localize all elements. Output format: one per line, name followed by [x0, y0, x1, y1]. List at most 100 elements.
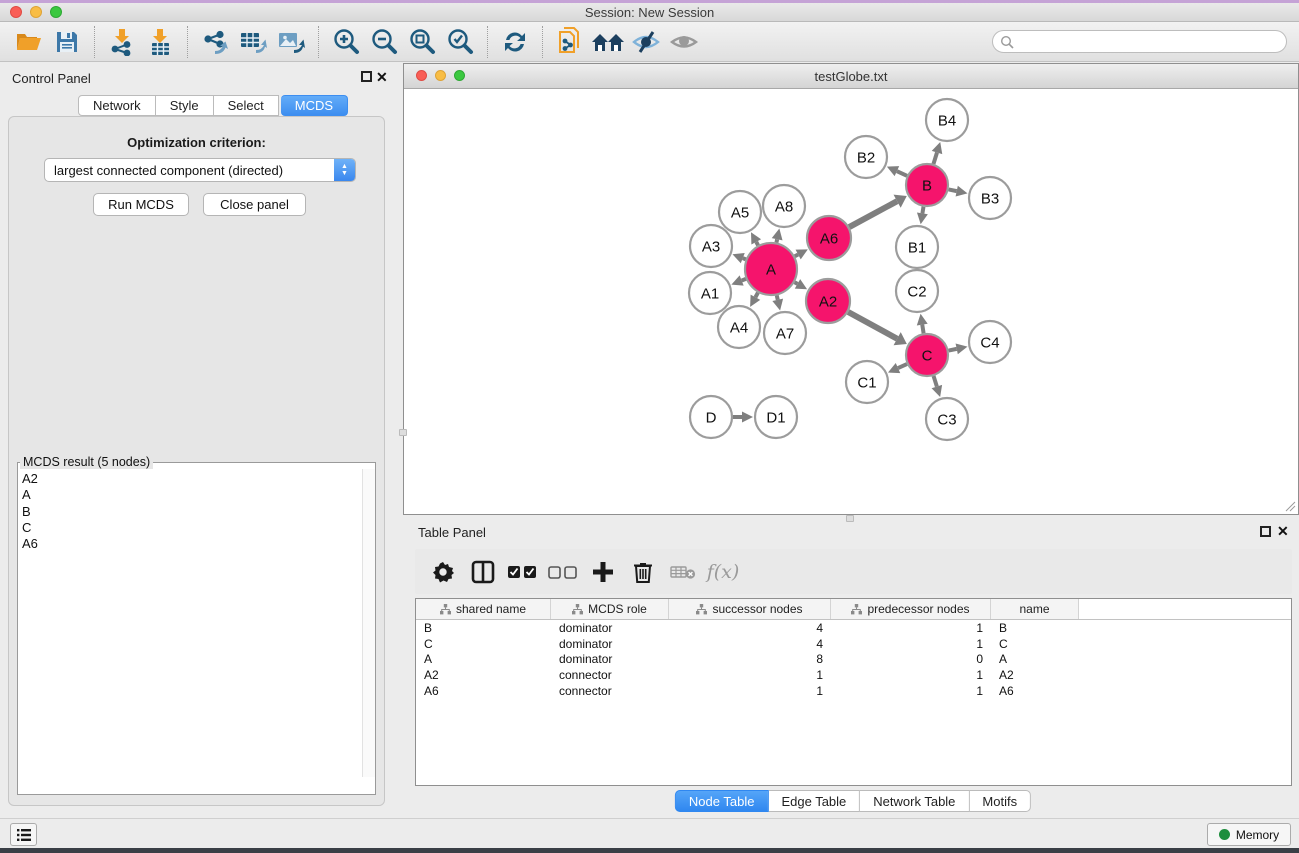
run-mcds-button[interactable]: Run MCDS — [93, 193, 189, 216]
search-input[interactable] — [1014, 35, 1286, 49]
cell-name[interactable]: C — [991, 637, 1079, 651]
cell-predecessor-nodes[interactable]: 0 — [831, 652, 991, 666]
table-settings-icon[interactable] — [425, 554, 461, 590]
edge-A-A1[interactable] — [742, 279, 746, 281]
table-row[interactable]: A2connector11A2 — [416, 667, 1291, 683]
cell-MCDS-role[interactable]: dominator — [551, 652, 669, 666]
cell-name[interactable]: B — [991, 621, 1079, 635]
tab-network-table[interactable]: Network Table — [860, 790, 969, 812]
export-network-icon[interactable] — [196, 25, 234, 59]
zoom-fit-icon[interactable] — [403, 25, 441, 59]
criterion-dropdown[interactable]: largest connected component (directed) ▲… — [44, 158, 356, 182]
network-canvas[interactable]: AA1A2A3A4A5A6A7A8BB1B2B3B4CC1C2C3C4DD1 — [404, 89, 1298, 514]
cell-MCDS-role[interactable]: dominator — [551, 637, 669, 651]
edge-A6-B[interactable] — [849, 201, 897, 227]
import-table-icon[interactable] — [141, 25, 179, 59]
edge-B-B1[interactable] — [922, 207, 923, 214]
cell-name[interactable]: A2 — [991, 668, 1079, 682]
cell-predecessor-nodes[interactable]: 1 — [831, 668, 991, 682]
cell-MCDS-role[interactable]: dominator — [551, 621, 669, 635]
edge-A-A5[interactable] — [756, 242, 758, 245]
edge-A-A4[interactable] — [755, 293, 758, 298]
edge-A-A3[interactable] — [743, 258, 746, 259]
split-view-icon[interactable] — [465, 554, 501, 590]
import-network-icon[interactable] — [103, 25, 141, 59]
cell-shared-name[interactable]: A6 — [416, 684, 551, 698]
close-panel-button[interactable]: Close panel — [203, 193, 306, 216]
cell-successor-nodes[interactable]: 8 — [669, 652, 831, 666]
memory-button[interactable]: Memory — [1207, 823, 1291, 846]
edge-B-B2[interactable] — [897, 171, 907, 176]
result-item[interactable]: C — [22, 520, 375, 536]
tab-style[interactable]: Style — [156, 95, 214, 116]
resize-grip-icon[interactable] — [1284, 500, 1296, 512]
edge-A-A2[interactable] — [795, 282, 798, 284]
cell-shared-name[interactable]: C — [416, 637, 551, 651]
table-row[interactable]: Bdominator41B — [416, 620, 1291, 636]
cell-successor-nodes[interactable]: 4 — [669, 637, 831, 651]
cell-name[interactable]: A6 — [991, 684, 1079, 698]
save-session-icon[interactable] — [48, 25, 86, 59]
close-panel-icon[interactable]: ✕ — [376, 69, 388, 86]
network-window-titlebar[interactable]: testGlobe.txt — [404, 64, 1298, 89]
float-panel-icon[interactable] — [361, 71, 372, 82]
tab-select[interactable]: Select — [214, 95, 279, 116]
table-close-icon[interactable]: ✕ — [1277, 523, 1289, 540]
result-item[interactable]: A — [22, 487, 375, 503]
function-builder-icon[interactable]: f(x) — [705, 554, 741, 590]
mcds-result-list[interactable]: A2ABCA6 — [18, 469, 375, 777]
cell-predecessor-nodes[interactable]: 1 — [831, 637, 991, 651]
cell-MCDS-role[interactable]: connector — [551, 684, 669, 698]
edge-A-A8[interactable] — [776, 239, 777, 242]
table-float-icon[interactable] — [1260, 526, 1271, 537]
column-header-name[interactable]: name — [991, 599, 1079, 619]
edge-C-C1[interactable] — [898, 364, 907, 368]
edge-C-C2[interactable] — [922, 325, 923, 334]
cell-MCDS-role[interactable]: connector — [551, 668, 669, 682]
cell-successor-nodes[interactable]: 1 — [669, 668, 831, 682]
result-scrollbar[interactable] — [362, 469, 375, 777]
zoom-in-icon[interactable] — [327, 25, 365, 59]
table-row[interactable]: Cdominator41C — [416, 636, 1291, 652]
table-row[interactable]: A6connector11A6 — [416, 683, 1291, 699]
tab-motifs[interactable]: Motifs — [969, 790, 1031, 812]
refresh-view-icon[interactable] — [496, 25, 534, 59]
cell-shared-name[interactable]: B — [416, 621, 551, 635]
result-item[interactable]: A2 — [22, 471, 375, 487]
table-row[interactable]: Adominator80A — [416, 652, 1291, 668]
edge-B-B3[interactable] — [949, 189, 957, 191]
cell-successor-nodes[interactable]: 4 — [669, 621, 831, 635]
edge-A-A7[interactable] — [777, 295, 778, 299]
cell-shared-name[interactable]: A — [416, 652, 551, 666]
tab-edge-table[interactable]: Edge Table — [768, 790, 860, 812]
cell-predecessor-nodes[interactable]: 1 — [831, 621, 991, 635]
result-item[interactable]: B — [22, 504, 375, 520]
deselect-all-icon[interactable] — [545, 554, 581, 590]
new-network-icon[interactable] — [551, 25, 589, 59]
task-history-button[interactable] — [10, 823, 37, 846]
hide-eye-icon[interactable] — [627, 25, 665, 59]
column-header-shared-name[interactable]: shared name — [416, 599, 551, 619]
zoom-selected-icon[interactable] — [441, 25, 479, 59]
delete-table-icon[interactable] — [665, 554, 701, 590]
node-table[interactable]: shared nameMCDS rolesuccessor nodesprede… — [415, 598, 1292, 786]
edge-B-B4[interactable] — [933, 152, 937, 163]
divider-grip-left[interactable] — [399, 429, 407, 436]
edge-A2-C[interactable] — [848, 312, 897, 339]
cell-shared-name[interactable]: A2 — [416, 668, 551, 682]
tab-node-table[interactable]: Node Table — [675, 790, 769, 812]
export-table-icon[interactable] — [234, 25, 272, 59]
add-column-icon[interactable] — [585, 554, 621, 590]
result-item[interactable]: A6 — [22, 536, 375, 552]
cell-name[interactable]: A — [991, 652, 1079, 666]
edge-C-C3[interactable] — [934, 376, 937, 387]
column-header-predecessor-nodes[interactable]: predecessor nodes — [831, 599, 991, 619]
delete-column-icon[interactable] — [625, 554, 661, 590]
tab-mcds[interactable]: MCDS — [281, 95, 348, 116]
export-image-icon[interactable] — [272, 25, 310, 59]
edge-C-C4[interactable] — [949, 349, 957, 351]
show-eye-icon[interactable] — [665, 25, 703, 59]
cell-predecessor-nodes[interactable]: 1 — [831, 684, 991, 698]
open-session-icon[interactable] — [10, 25, 48, 59]
edge-A-A6[interactable] — [795, 254, 798, 256]
